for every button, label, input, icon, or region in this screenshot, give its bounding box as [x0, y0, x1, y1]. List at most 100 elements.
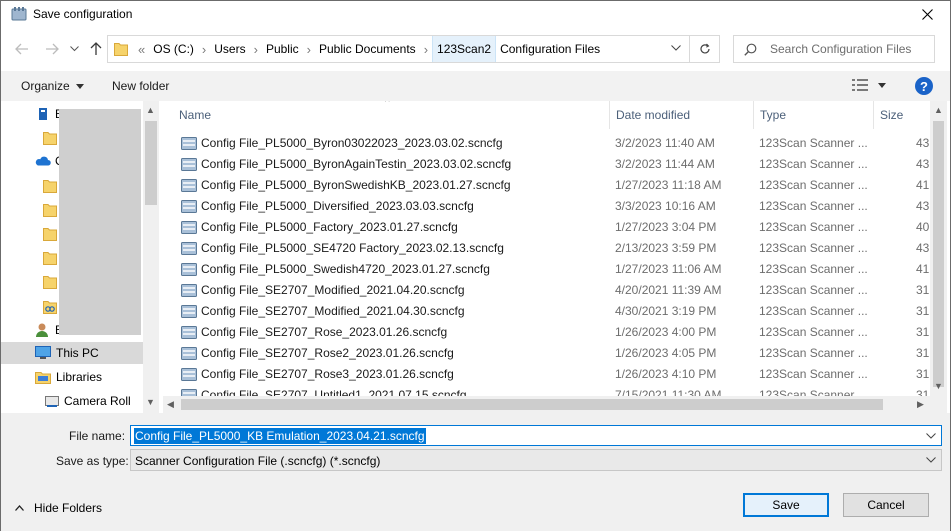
save-as-type-select[interactable]: Scanner Configuration File (.scncfg) (*.…: [130, 449, 942, 471]
breadcrumb-public-documents[interactable]: Public Documents: [315, 36, 420, 62]
file-size-cell: 41: [916, 262, 930, 276]
folder-icon: [43, 179, 59, 193]
file-row[interactable]: Config File_SE2707_Rose3_2023.01.26.scnc…: [163, 364, 933, 385]
quick-access-icon: [37, 107, 53, 121]
chevron-down-icon[interactable]: [926, 430, 936, 445]
nav-vertical-scrollbar[interactable]: ▲ ▼: [143, 101, 159, 413]
file-date-cell: 1/26/2023 4:00 PM: [615, 325, 717, 339]
address-bar[interactable]: « OS (C:) › Users › Public › Public Docu…: [107, 35, 720, 63]
scroll-left-icon[interactable]: ◀: [167, 399, 174, 410]
scroll-thumb[interactable]: [145, 121, 157, 205]
redacted-area: [59, 109, 141, 335]
breadcrumb-separator-icon[interactable]: ›: [420, 42, 432, 57]
config-file-icon: [181, 284, 197, 297]
config-file-icon: [181, 179, 197, 192]
column-header-date[interactable]: Date modified: [609, 101, 753, 129]
file-date-cell: 1/27/2023 11:18 AM: [615, 178, 722, 192]
scroll-down-icon[interactable]: ▼: [934, 381, 943, 391]
refresh-icon[interactable]: [689, 36, 719, 62]
file-row[interactable]: Config File_PL5000_Factory_2023.01.27.sc…: [163, 217, 933, 238]
app-icon: [11, 6, 27, 22]
breadcrumb-123scan2[interactable]: 123Scan2: [432, 36, 497, 62]
scroll-up-icon[interactable]: ▲: [146, 105, 155, 115]
organize-button[interactable]: Organize: [21, 79, 84, 93]
chevron-down-icon[interactable]: [878, 82, 886, 88]
file-date-cell: 3/2/2023 11:40 AM: [615, 136, 715, 150]
file-row[interactable]: Config File_PL5000_Diversified_2023.03.0…: [163, 196, 933, 217]
file-row[interactable]: Config File_PL5000_SE4720 Factory_2023.0…: [163, 238, 933, 259]
scroll-up-icon[interactable]: ▲: [934, 105, 943, 115]
nav-item-camera-roll[interactable]: Camera Roll: [1, 390, 143, 412]
window-title: Save configuration: [33, 7, 133, 21]
close-icon[interactable]: [912, 3, 942, 25]
file-row[interactable]: Config File_SE2707_Rose2_2023.01.26.scnc…: [163, 343, 933, 364]
chevron-down-icon[interactable]: [926, 454, 936, 469]
breadcrumb-separator-icon[interactable]: ›: [250, 42, 262, 57]
file-row[interactable]: Config File_PL5000_ByronSwedishKB_2023.0…: [163, 175, 933, 196]
file-type-cell: 123Scan Scanner ...: [759, 136, 868, 150]
view-options[interactable]: [852, 79, 886, 91]
file-row[interactable]: Config File_SE2707_Modified_2021.04.30.s…: [163, 301, 933, 322]
config-file-icon: [181, 347, 197, 360]
search-icon: [744, 43, 757, 59]
column-header-size[interactable]: Size: [873, 101, 933, 129]
scroll-thumb[interactable]: [181, 399, 883, 410]
breadcrumb-separator-icon[interactable]: ›: [303, 42, 315, 57]
chevron-down-icon: [75, 83, 84, 89]
file-date-cell: 4/30/2021 3:19 PM: [615, 304, 717, 318]
file-date-cell: 1/27/2023 3:04 PM: [615, 220, 717, 234]
file-row[interactable]: Config File_PL5000_Swedish4720_2023.01.2…: [163, 259, 933, 280]
file-date-cell: 4/20/2021 11:39 AM: [615, 283, 722, 297]
hide-folders-label: Hide Folders: [34, 501, 103, 515]
file-date-cell: 1/26/2023 4:10 PM: [615, 367, 717, 381]
file-vertical-scrollbar[interactable]: ▲ ▼: [930, 101, 947, 396]
forward-arrow-icon[interactable]: [42, 39, 62, 59]
back-arrow-icon[interactable]: [12, 39, 32, 59]
file-name-cell: Config File_PL5000_ByronAgainTestin_2023…: [201, 157, 512, 171]
nav-item-libraries[interactable]: Libraries: [1, 366, 143, 388]
scroll-thumb[interactable]: [933, 121, 944, 387]
file-horizontal-scrollbar[interactable]: ◀ ▶: [163, 396, 930, 413]
user-icon: [35, 322, 51, 337]
column-headers: ^ Name Date modified Type Size: [163, 101, 933, 129]
recent-chevron-icon[interactable]: [68, 39, 80, 59]
file-name-cell: Config File_SE2707_Rose_2023.01.26.scncf…: [201, 325, 448, 339]
breadcrumb-public[interactable]: Public: [262, 36, 303, 62]
folder-icon: [43, 227, 59, 241]
column-header-type[interactable]: Type: [753, 101, 873, 129]
folder-icon: [114, 41, 128, 59]
file-size-cell: 41: [916, 178, 930, 192]
file-name-field[interactable]: Config File_PL5000_KB Emulation_2023.04.…: [130, 425, 942, 446]
nav-item-this-pc[interactable]: This PC: [1, 342, 143, 364]
config-file-icon: [181, 158, 197, 171]
new-folder-button[interactable]: New folder: [112, 79, 169, 93]
search-box[interactable]: [733, 35, 935, 63]
breadcrumb-separator-icon[interactable]: ›: [198, 42, 210, 57]
search-input[interactable]: [770, 40, 930, 58]
hide-folders-button[interactable]: Hide Folders: [15, 501, 102, 515]
up-arrow-icon[interactable]: [86, 39, 106, 59]
help-icon[interactable]: ?: [915, 77, 933, 95]
save-button[interactable]: Save: [743, 493, 829, 517]
file-date-cell: 3/2/2023 11:44 AM: [615, 157, 715, 171]
file-row[interactable]: Config File_SE2707_Rose_2023.01.26.scncf…: [163, 322, 933, 343]
scroll-right-icon[interactable]: ▶: [917, 399, 924, 410]
network-folder-icon: [43, 300, 59, 314]
details-view-icon[interactable]: [852, 79, 868, 91]
address-dropdown-icon[interactable]: [671, 42, 681, 57]
scroll-down-icon[interactable]: ▼: [146, 397, 155, 407]
breadcrumb-users[interactable]: Users: [210, 36, 249, 62]
overflow-chevrons-icon[interactable]: «: [134, 42, 149, 57]
save-as-type-value: Scanner Configuration File (.scncfg) (*.…: [135, 454, 381, 468]
breadcrumb-os-c[interactable]: OS (C:): [149, 36, 198, 62]
file-row[interactable]: Config File_SE2707_Modified_2021.04.20.s…: [163, 280, 933, 301]
file-row[interactable]: Config File_PL5000_Byron03022023_2023.03…: [163, 133, 933, 154]
breadcrumb-configuration-files[interactable]: Configuration Files: [496, 36, 604, 62]
file-name-value[interactable]: Config File_PL5000_KB Emulation_2023.04.…: [134, 428, 426, 444]
file-name-cell: Config File_SE2707_Rose3_2023.01.26.scnc…: [201, 367, 454, 381]
column-header-name[interactable]: Name: [173, 101, 609, 129]
save-dialog: Save configuration « OS (C:) › Users › P…: [0, 0, 951, 531]
file-row[interactable]: Config File_PL5000_ByronAgainTestin_2023…: [163, 154, 933, 175]
file-date-cell: 2/13/2023 3:59 PM: [615, 241, 717, 255]
cancel-button[interactable]: Cancel: [843, 493, 929, 517]
